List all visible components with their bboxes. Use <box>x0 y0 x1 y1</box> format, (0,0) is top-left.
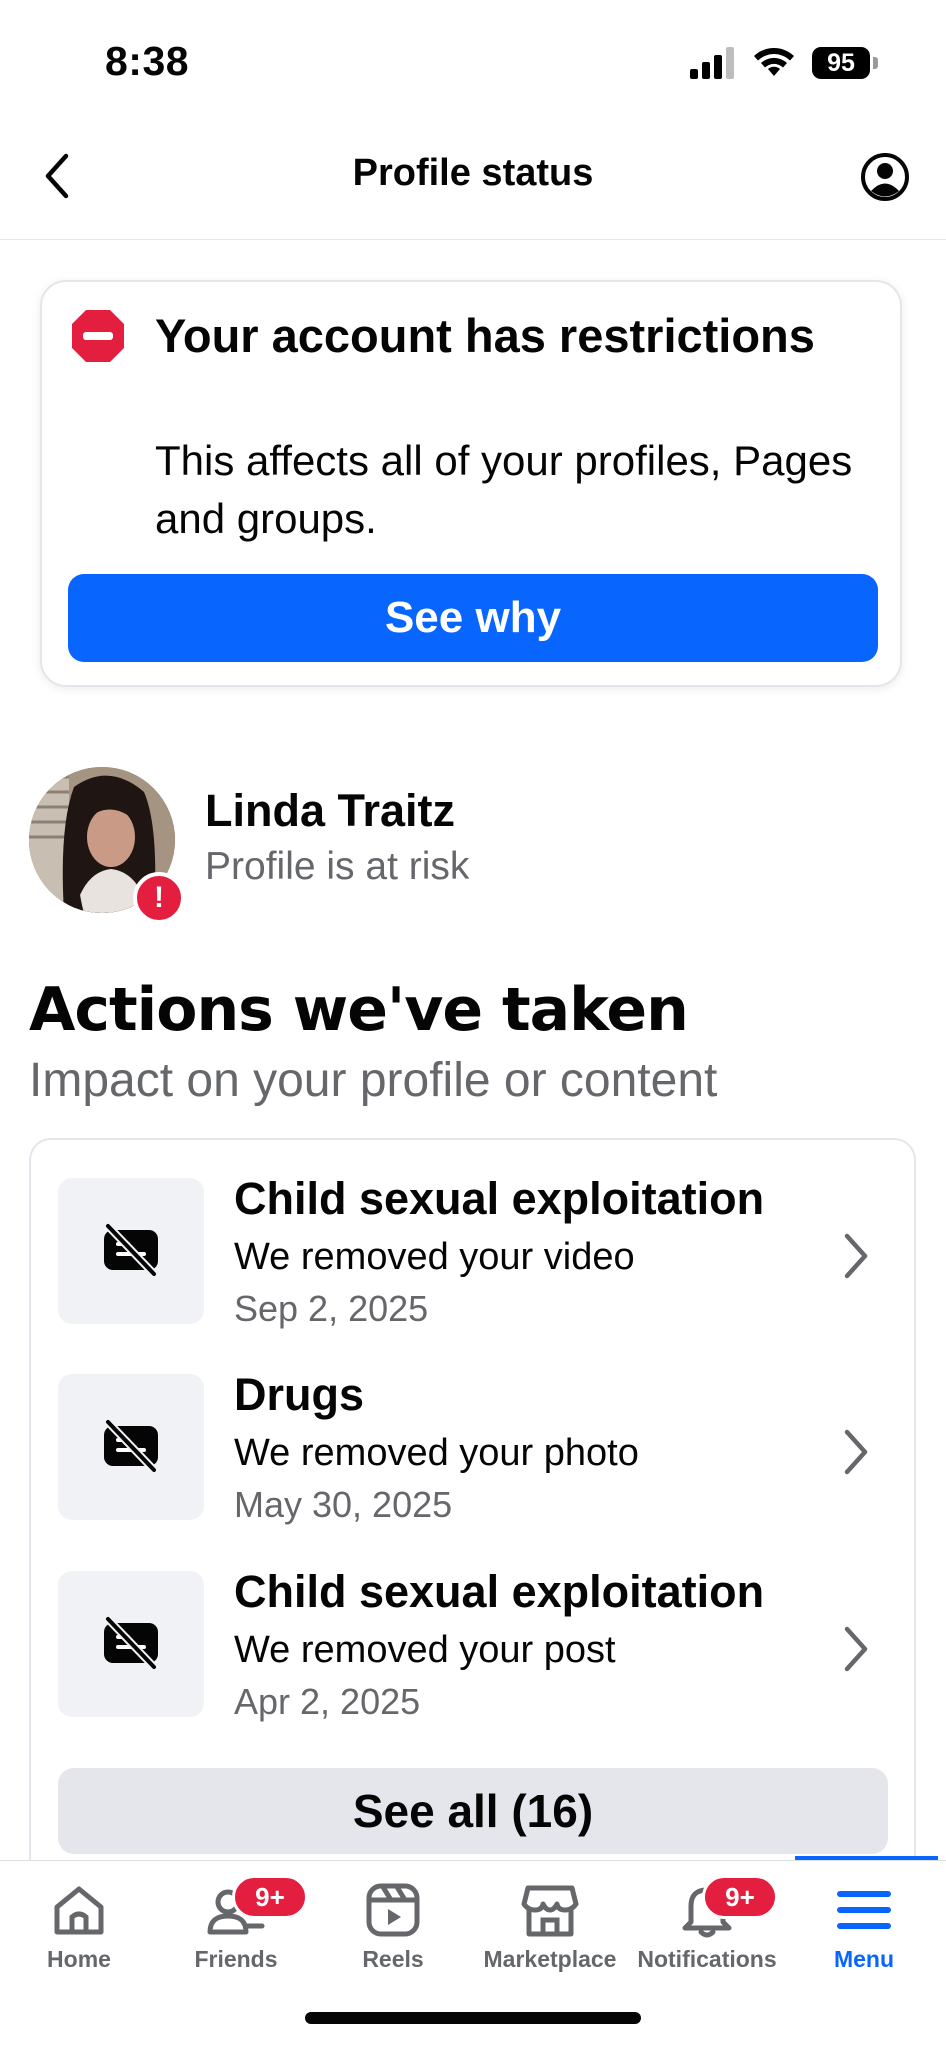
nav-menu[interactable]: Menu <box>785 1880 943 1990</box>
warning-badge-icon: ! <box>133 872 185 924</box>
action-subtitle: We removed your photo <box>234 1432 639 1474</box>
user-circle-icon[interactable] <box>860 152 910 202</box>
action-date: Sep 2, 2025 <box>234 1288 429 1329</box>
nav-friends[interactable]: Friends 9+ <box>157 1875 315 1990</box>
nav-reels[interactable]: Reels <box>314 1880 472 1990</box>
nav-label: Home <box>47 1946 111 1972</box>
action-icon-container <box>58 1178 204 1324</box>
restriction-title: Your account has restrictions <box>155 309 815 362</box>
content-removed-icon <box>104 1419 158 1473</box>
page-title: Profile status <box>352 152 594 194</box>
profile-name[interactable]: Linda Traitz <box>205 785 455 837</box>
home-icon <box>54 1886 104 1935</box>
reels-icon <box>366 1883 420 1937</box>
chevron-right-icon <box>844 1626 868 1672</box>
action-icon-container <box>58 1374 204 1520</box>
status-time: 8:38 <box>105 38 190 84</box>
nav-home[interactable]: Home <box>0 1880 158 1990</box>
friends-badge: 9+ <box>232 1875 308 1919</box>
signal-icon <box>690 47 734 79</box>
no-entry-icon <box>72 310 124 362</box>
battery-tip <box>873 57 878 69</box>
see-why-button[interactable]: See why <box>68 574 878 662</box>
action-title: Child sexual exploitation <box>234 1566 765 1617</box>
chevron-right-icon <box>844 1233 868 1279</box>
actions-heading: Actions we've taken <box>29 975 689 1045</box>
content-removed-icon <box>104 1616 158 1670</box>
action-title: Child sexual exploitation <box>234 1173 765 1224</box>
content-removed-icon <box>104 1223 158 1277</box>
nav-label: Reels <box>362 1946 424 1972</box>
nav-marketplace[interactable]: Marketplace <box>471 1880 629 1990</box>
action-subtitle: We removed your post <box>234 1629 616 1671</box>
action-icon-container <box>58 1571 204 1717</box>
action-item[interactable]: Child sexual exploitation We removed you… <box>58 1566 888 1722</box>
action-item[interactable]: Child sexual exploitation We removed you… <box>58 1173 888 1329</box>
nav-label: Menu <box>833 1946 895 1972</box>
nav-active-indicator <box>795 1856 938 1860</box>
marketplace-icon <box>521 1885 579 1937</box>
actions-subheading: Impact on your profile or content <box>29 1054 718 1107</box>
restriction-description: This affects all of your profiles, Pages… <box>155 437 853 542</box>
nav-label: Friends <box>194 1946 278 1972</box>
action-item[interactable]: Drugs We removed your photo May 30, 2025 <box>58 1369 888 1525</box>
action-date: May 30, 2025 <box>234 1484 453 1525</box>
action-title: Drugs <box>234 1369 365 1420</box>
header-divider <box>0 239 946 240</box>
menu-icon <box>837 1891 891 1929</box>
notifications-badge: 9+ <box>702 1875 778 1919</box>
profile-status: Profile is at risk <box>205 845 470 888</box>
nav-label: Marketplace <box>483 1946 617 1972</box>
nav-label: Notifications <box>637 1946 777 1972</box>
action-subtitle: We removed your video <box>234 1236 635 1278</box>
action-date: Apr 2, 2025 <box>234 1681 421 1722</box>
wifi-icon <box>754 48 794 76</box>
battery-icon: 95 <box>812 47 870 79</box>
see-all-button[interactable]: See all (16) <box>58 1768 888 1854</box>
nav-notifications[interactable]: Notifications 9+ <box>628 1875 786 1990</box>
home-indicator <box>305 2012 641 2024</box>
chevron-right-icon <box>844 1429 868 1475</box>
